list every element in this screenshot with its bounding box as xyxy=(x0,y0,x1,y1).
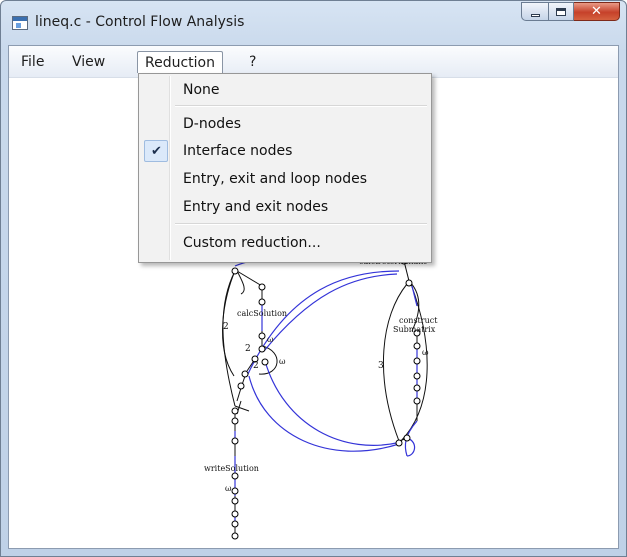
graph-node[interactable] xyxy=(231,497,239,505)
graph-node[interactable] xyxy=(231,417,239,425)
graph-node[interactable] xyxy=(231,407,239,415)
window-title: lineq.c - Control Flow Analysis xyxy=(35,14,245,30)
title-bar[interactable]: lineq.c - Control Flow Analysis ✕ xyxy=(1,1,626,43)
count-right-loop: 3 xyxy=(378,361,384,371)
graph-node[interactable] xyxy=(413,357,421,365)
count-left-loop: 2 xyxy=(223,322,229,332)
label-calc-solution: calcSolution xyxy=(237,309,287,318)
minimize-button[interactable] xyxy=(521,2,548,21)
edge-black xyxy=(236,387,242,402)
close-button[interactable]: ✕ xyxy=(574,2,620,21)
graph-node[interactable] xyxy=(231,487,239,495)
graph-node[interactable] xyxy=(258,332,266,340)
graph-node[interactable] xyxy=(413,384,421,392)
omega-calc-solution: ω xyxy=(267,335,274,344)
edge-blue xyxy=(264,360,402,446)
graph-node[interactable] xyxy=(261,358,269,366)
app-icon xyxy=(12,16,28,30)
menu-item-d-nodes[interactable]: D-nodes xyxy=(141,112,429,137)
menu-item-label: Entry, exit and loop nodes xyxy=(183,171,368,187)
client-area: File View Reduction ? calcSolution const… xyxy=(8,45,619,549)
count-inner-loop: 2 xyxy=(245,344,251,354)
edge-blue xyxy=(246,270,400,377)
graph-node[interactable] xyxy=(405,279,413,287)
graph-node[interactable] xyxy=(413,342,421,350)
omega-write-solution: ω xyxy=(225,484,232,493)
menu-separator xyxy=(175,223,427,225)
close-icon: ✕ xyxy=(591,4,602,19)
maximize-button[interactable] xyxy=(548,2,574,21)
label-construct-2: Submatrix xyxy=(393,325,436,334)
maximize-icon xyxy=(556,7,566,16)
label-write-solution: writeSolution xyxy=(204,464,259,473)
graph-node[interactable] xyxy=(237,382,245,390)
menu-item-entry-exit-loop-nodes[interactable]: Entry, exit and loop nodes xyxy=(141,167,429,192)
menu-item-label: D-nodes xyxy=(183,116,242,132)
checkmark-icon: ✔ xyxy=(151,144,162,159)
graph-node[interactable] xyxy=(231,520,239,528)
graph-node[interactable] xyxy=(403,434,411,442)
graph-node[interactable] xyxy=(231,510,239,518)
menu-item-interface-nodes[interactable]: ✔ Interface nodes xyxy=(141,139,429,164)
edge-blue xyxy=(248,375,400,452)
omega-inner: ω xyxy=(279,357,286,366)
checkmark-highlight: ✔ xyxy=(144,140,168,162)
graph-node[interactable] xyxy=(231,267,239,275)
graph-node[interactable] xyxy=(258,298,266,306)
label-construct-1: construct xyxy=(399,316,438,325)
omega-construct: ω xyxy=(422,348,429,357)
menu-item-label: Interface nodes xyxy=(183,143,293,159)
graph-node[interactable] xyxy=(413,397,421,405)
graph-node[interactable] xyxy=(231,472,239,480)
edge-black xyxy=(222,270,236,407)
graph-node[interactable] xyxy=(241,370,249,378)
graph-node[interactable] xyxy=(231,532,239,540)
edge-black xyxy=(382,283,408,442)
graph-node[interactable] xyxy=(395,439,403,447)
reduction-dropdown-menu: None D-nodes ✔ Interface nodes Entry, ex… xyxy=(138,73,432,263)
graph-node[interactable] xyxy=(413,372,421,380)
menu-item-entry-exit-nodes[interactable]: Entry and exit nodes xyxy=(141,195,429,220)
graph-node[interactable] xyxy=(231,437,239,445)
menu-item-custom-reduction[interactable]: Custom reduction... xyxy=(141,231,429,256)
graph-node[interactable] xyxy=(258,345,266,353)
menu-separator xyxy=(175,105,427,107)
menu-item-label: Custom reduction... xyxy=(183,235,321,251)
menu-item-label: Entry and exit nodes xyxy=(183,199,329,215)
menu-item-label: None xyxy=(183,82,220,98)
graph-node[interactable] xyxy=(258,283,266,291)
minimize-icon xyxy=(530,13,540,17)
count-inner-loop-2: 2 xyxy=(253,361,259,371)
window-controls: ✕ xyxy=(521,2,620,21)
app-window: lineq.c - Control Flow Analysis ✕ File V… xyxy=(0,0,627,557)
menu-item-none[interactable]: None xyxy=(141,78,429,103)
